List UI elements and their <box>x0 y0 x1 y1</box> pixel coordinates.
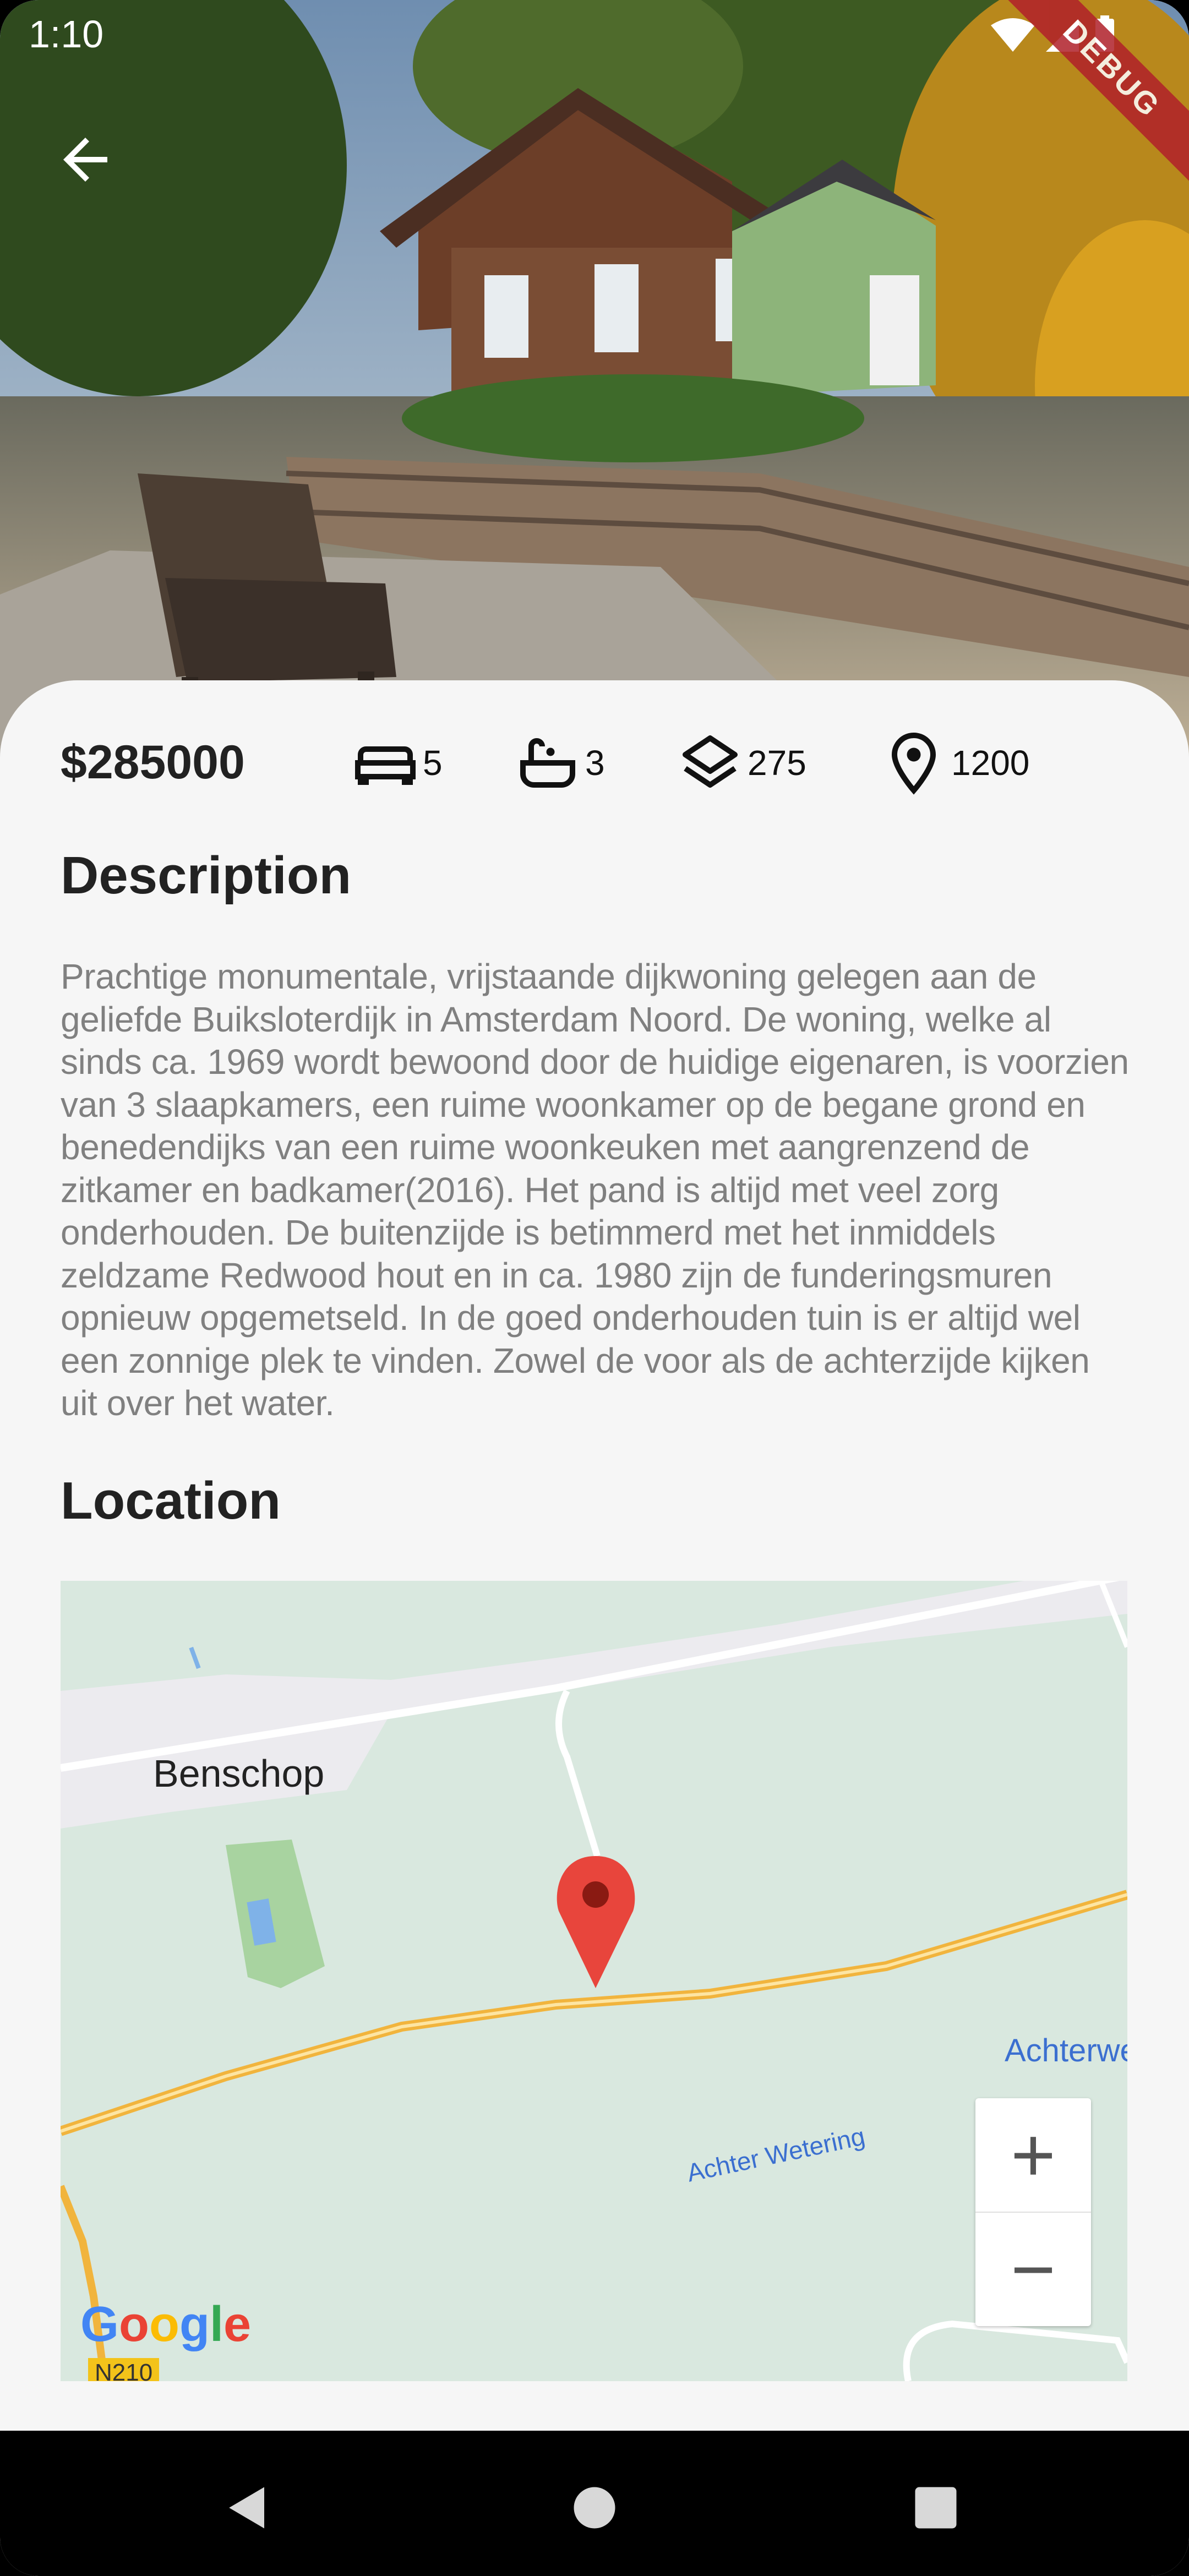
system-nav-bar <box>0 2431 1189 2576</box>
map-town-label: Benschop <box>153 1752 325 1795</box>
price: $285000 <box>61 736 245 789</box>
area-feature: 275 <box>677 724 806 801</box>
map-marker-icon <box>557 1856 635 1988</box>
area-value: 275 <box>748 743 806 783</box>
back-nav-icon <box>229 2487 264 2529</box>
location-map[interactable]: Benschop Achter Wetering Achterwet + − G… <box>61 1581 1127 2381</box>
zoom-in-button[interactable]: + <box>975 2098 1091 2212</box>
map-edge-label: Achterwet <box>1005 2033 1127 2069</box>
nav-back-button[interactable] <box>215 2475 281 2541</box>
screen: 1:10 DEBUG $285000 5 3 275 1200 Descript… <box>0 0 1189 2576</box>
location-pin-icon <box>891 732 936 795</box>
layers-icon <box>683 735 738 788</box>
description-text: Prachtige monumentale, vrijstaande dijkw… <box>61 957 1129 1423</box>
bedrooms-value: 5 <box>423 743 443 783</box>
bathrooms-feature: 3 <box>515 724 605 801</box>
status-time: 1:10 <box>29 13 104 56</box>
google-logo: Google <box>80 2297 252 2352</box>
zoom-controls: + − <box>975 2098 1091 2326</box>
arrow-back-icon <box>63 138 107 182</box>
distance-value: 1200 <box>951 743 1030 783</box>
bathtub-icon <box>520 738 575 788</box>
road-number-label: N210 <box>88 2358 160 2381</box>
distance-feature: 1200 <box>881 724 1029 801</box>
location-heading: Location <box>61 1471 281 1530</box>
bed-icon <box>355 746 416 785</box>
property-photo: 1:10 DEBUG <box>0 0 1189 782</box>
wifi-icon <box>991 18 1035 52</box>
nav-home-button[interactable] <box>561 2475 628 2541</box>
zoom-out-button[interactable]: − <box>975 2213 1091 2326</box>
bedrooms-feature: 5 <box>352 724 443 801</box>
home-nav-icon <box>574 2487 615 2529</box>
back-button[interactable] <box>52 127 118 193</box>
recents-nav-icon <box>915 2487 957 2529</box>
description-heading: Description <box>61 846 352 905</box>
bathrooms-value: 3 <box>585 743 605 783</box>
nav-recents-button[interactable] <box>903 2475 969 2541</box>
